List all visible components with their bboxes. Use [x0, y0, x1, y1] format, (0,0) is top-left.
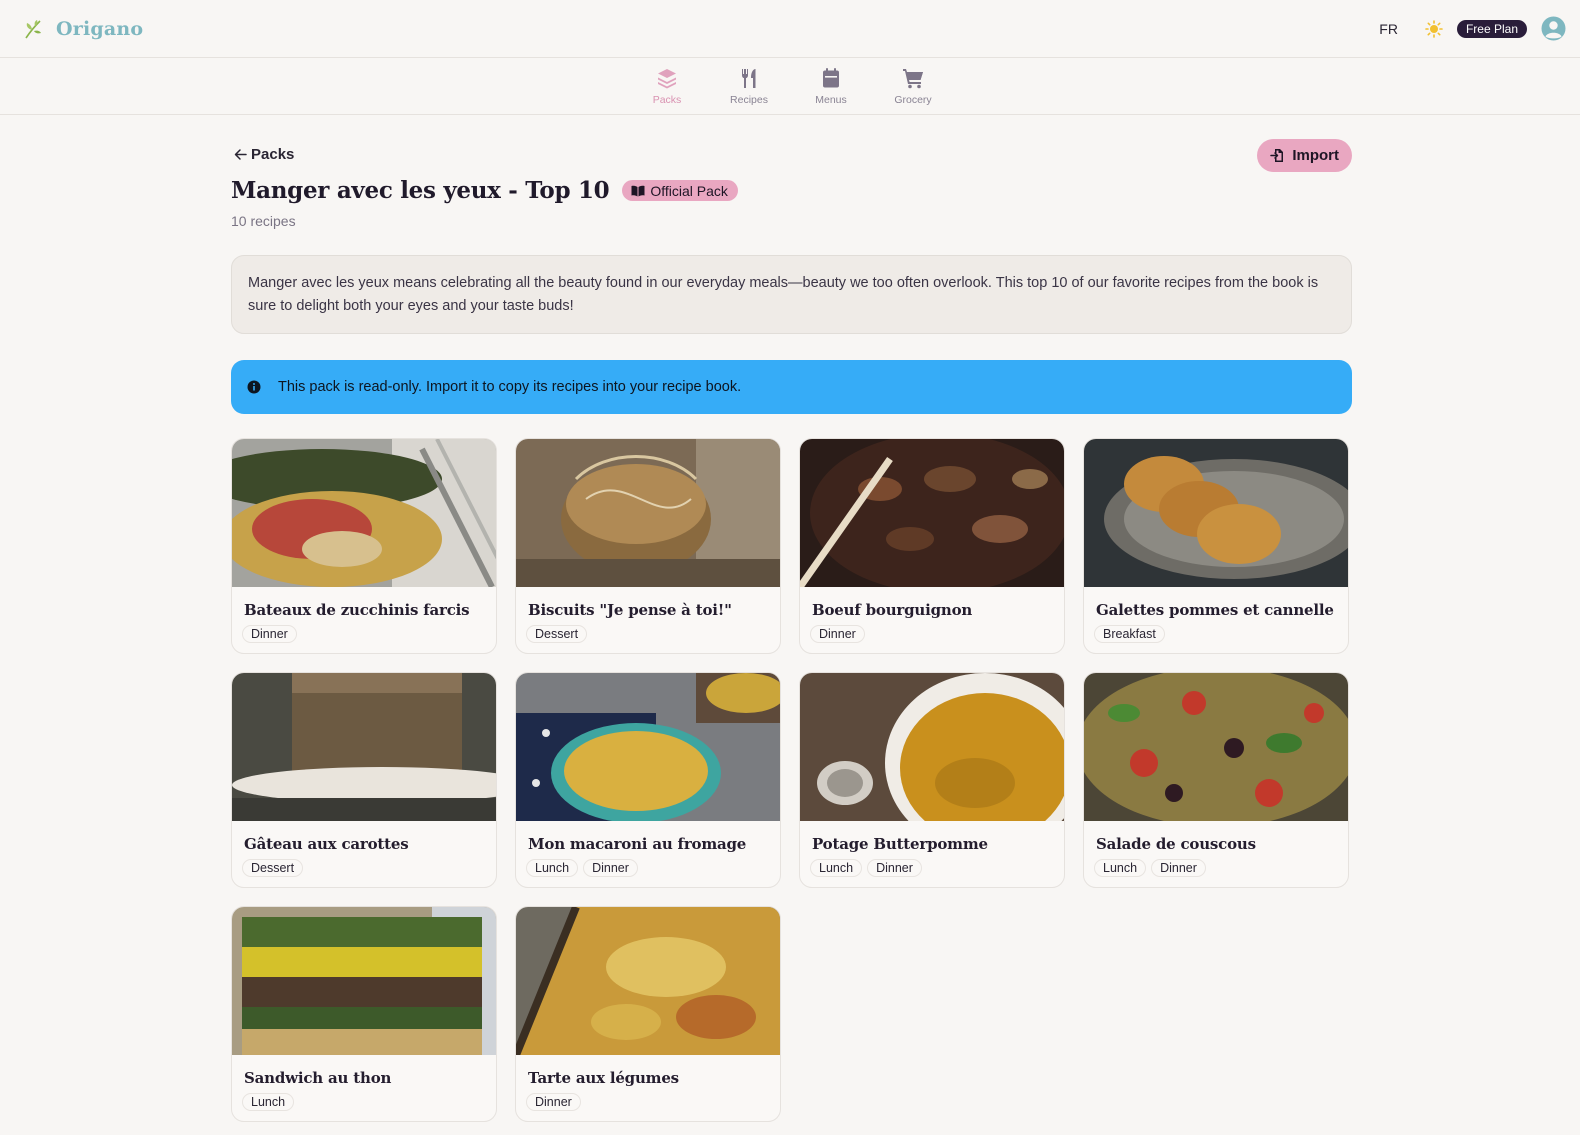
recipe-title: Galettes pommes et cannelle: [1096, 601, 1334, 619]
recipe-title: Gâteau aux carottes: [244, 835, 409, 853]
recipe-tag: Dinner: [583, 859, 638, 877]
page-title: Manger avec les yeux - Top 10: [231, 177, 610, 204]
recipe-card[interactable]: Salade de couscous Lunch Dinner: [1083, 672, 1349, 888]
recipe-title: Mon macaroni au fromage: [528, 835, 747, 853]
recipe-tag: Dessert: [526, 625, 588, 643]
recipe-card[interactable]: Boeuf bourguignon Dinner: [799, 438, 1065, 654]
recipe-title: Biscuits "Je pense à toi!": [528, 601, 732, 619]
recipe-tag: Lunch: [810, 859, 863, 877]
recipe-photo: [1084, 673, 1348, 821]
nav-label: Menus: [815, 93, 847, 106]
recipe-photo: [800, 439, 1064, 587]
pack-description: Manger avec les yeux means celebrating a…: [231, 255, 1352, 334]
recipe-photo: [1084, 439, 1348, 587]
recipe-tag: Dinner: [810, 625, 865, 643]
back-label: Packs: [251, 146, 295, 163]
alert-text: This pack is read-only. Import it to cop…: [278, 379, 742, 395]
calendar-icon: [823, 67, 839, 87]
recipe-photo: [516, 673, 780, 821]
recipe-tag: Dinner: [1151, 859, 1206, 877]
recipe-photo: [232, 673, 496, 821]
main-nav: Packs Recipes Menus Grocery: [0, 58, 1580, 115]
nav-label: Packs: [652, 93, 682, 106]
recipe-title: Potage Butterpomme: [812, 835, 988, 853]
brand-name: Origano: [56, 17, 144, 40]
language-toggle[interactable]: FR: [1379, 21, 1398, 37]
recipe-tag: Breakfast: [1094, 625, 1165, 643]
recipe-card[interactable]: Biscuits "Je pense à toi!" Dessert: [515, 438, 781, 654]
recipe-card[interactable]: Bateaux de zucchinis farcis Dinner: [231, 438, 497, 654]
fork-knife-icon: [742, 68, 756, 88]
recipe-photo: [232, 439, 496, 587]
recipe-card[interactable]: Potage Butterpomme Lunch Dinner: [799, 672, 1065, 888]
avatar-icon[interactable]: [1541, 16, 1566, 41]
import-button[interactable]: Import: [1257, 139, 1352, 172]
brand[interactable]: Origano: [22, 18, 143, 40]
recipe-tag: Lunch: [1094, 859, 1147, 877]
nav-menus[interactable]: Menus: [790, 67, 872, 106]
nav-packs[interactable]: Packs: [626, 67, 708, 106]
badge-label: Official Pack: [650, 182, 728, 199]
import-label: Import: [1292, 147, 1339, 164]
recipe-card[interactable]: Gâteau aux carottes Dessert: [231, 672, 497, 888]
nav-label: Grocery: [894, 93, 932, 106]
recipe-title: Salade de couscous: [1096, 835, 1256, 853]
recipe-card[interactable]: Sandwich au thon Lunch: [231, 906, 497, 1122]
recipe-grid: Bateaux de zucchinis farcis Dinner Biscu…: [231, 438, 1352, 1122]
plan-badge[interactable]: Free Plan: [1456, 19, 1527, 38]
sun-icon[interactable]: [1425, 19, 1443, 38]
back-to-packs-link[interactable]: Packs: [234, 146, 294, 163]
recipe-count: 10 recipes: [231, 213, 296, 229]
recipe-title: Boeuf bourguignon: [812, 601, 973, 619]
nav-label: Recipes: [730, 93, 768, 106]
recipe-tag: Dessert: [242, 859, 304, 877]
info-icon: [247, 380, 261, 394]
arrow-left-icon: [234, 149, 247, 160]
layers-icon: [658, 68, 676, 88]
nav-grocery[interactable]: Grocery: [872, 67, 954, 106]
recipe-tag: Dinner: [242, 625, 297, 643]
recipe-title: Tarte aux légumes: [528, 1069, 679, 1087]
recipe-photo: [516, 439, 780, 587]
recipe-photo: [232, 907, 496, 1055]
nav-recipes[interactable]: Recipes: [708, 67, 790, 106]
recipe-tag: Lunch: [242, 1093, 295, 1111]
recipe-photo: [800, 673, 1064, 821]
recipe-tag: Dinner: [867, 859, 922, 877]
recipe-card[interactable]: Galettes pommes et cannelle Breakfast: [1083, 438, 1349, 654]
recipe-title: Bateaux de zucchinis farcis: [244, 601, 470, 619]
file-import-icon: [1270, 149, 1284, 162]
recipe-card[interactable]: Mon macaroni au fromage Lunch Dinner: [515, 672, 781, 888]
recipe-card[interactable]: Tarte aux légumes Dinner: [515, 906, 781, 1122]
cart-icon: [903, 68, 923, 88]
open-book-icon: [631, 185, 645, 196]
read-only-alert: This pack is read-only. Import it to cop…: [231, 360, 1352, 414]
leaf-logo-icon: [25, 19, 41, 38]
recipe-tag: Dinner: [526, 1093, 581, 1111]
recipe-photo: [516, 907, 780, 1055]
recipe-tag: Lunch: [526, 859, 579, 877]
official-pack-badge: Official Pack: [622, 180, 738, 201]
recipe-title: Sandwich au thon: [244, 1069, 392, 1087]
top-bar: Origano FR Free Plan: [0, 0, 1580, 58]
